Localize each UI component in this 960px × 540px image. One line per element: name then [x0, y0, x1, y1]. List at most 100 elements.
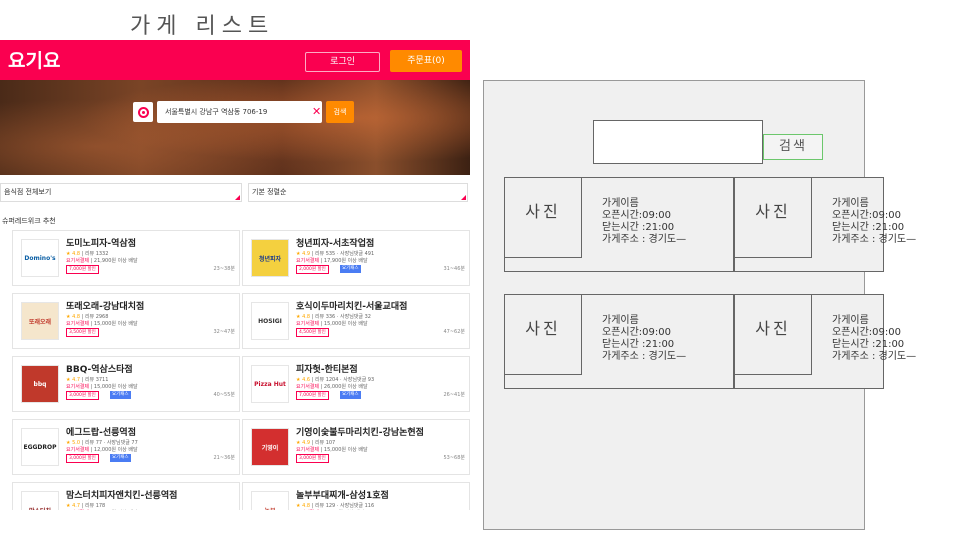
store-logo-text: 놀부: [264, 506, 275, 511]
store-payment-row: 요기서결제 | 21,900원 이상 배달: [66, 258, 138, 264]
store-payment-row: 요기서결제 | 18,000원 이상 배달: [66, 509, 138, 510]
wireframe-search-input[interactable]: [593, 120, 763, 164]
store-logo-text: EGGDROP: [23, 443, 57, 451]
store-card[interactable]: EGGDROP 에그드랍-선릉역점 ★ 5.0 | 리뷰 77 · 사장님댓글 77…: [12, 419, 240, 475]
store-name: 피자헛-한티본점: [296, 365, 358, 375]
store-rating-row: ★ 4.8 | 리뷰 2968: [66, 314, 109, 320]
delivery-time: 21~36분: [213, 455, 235, 461]
store-payment-row: 요기서결제 | 15,000원 이상 배달: [66, 321, 138, 327]
location-target-icon[interactable]: [133, 102, 153, 122]
wireframe-store-card[interactable]: 사진 가게이름 오픈시간:09:00 닫는시간 :21:00 가게주소 : 경기도—: [504, 294, 734, 389]
discount-badge: 7,000원 할인: [296, 391, 329, 400]
store-card[interactable]: HOSIGI 호식이두마리치킨-서울교대점 ★ 4.8 | 리뷰 336 · 사장님…: [242, 293, 470, 349]
store-address: 가게주소 : 경기도—: [602, 234, 687, 245]
store-rating-row: ★ 4.9 | 리뷰 107: [296, 440, 336, 446]
store-rating-row: ★ 4.7 | 리뷰 178: [66, 503, 106, 509]
store-pay-method: 요기서결제: [296, 384, 320, 390]
store-name: 가게이름: [832, 315, 869, 326]
yogipass-badge: 요기패스: [340, 391, 361, 399]
store-min-order: 12,000원 이상 배달: [93, 447, 138, 453]
store-card[interactable]: Pizza Hut 피자헛-한티본점 ★ 4.6 | 리뷰 1204 · 사장님댓글…: [242, 356, 470, 412]
store-info: 가게이름 오픈시간:09:00 닫는시간 :21:00 가게주소 : 경기도—: [602, 198, 686, 246]
store-min-order: 26,000원 이상 배달: [323, 384, 368, 390]
store-card[interactable]: 맘스터치 맘스터치피자앤치킨-선릉역점 ★ 4.7 | 리뷰 178요기서결제 | …: [12, 482, 240, 510]
wireframe-store-card[interactable]: 사진 가게이름 오픈시간:09:00 닫는시간 :21:00 가게주소 : 경기도—: [504, 177, 734, 272]
store-name: 놀부부대찌개-삼성1호점: [296, 491, 389, 501]
order-cart-button[interactable]: 주문표(0): [390, 50, 462, 72]
store-logo: EGGDROP: [21, 428, 59, 466]
app-screenshot: 요기요 로그인 주문표(0) 서울특별시 강남구 역삼동 706-19 ✕ 검색…: [0, 40, 470, 510]
store-name: 청년피자-서초작업점: [296, 239, 375, 249]
login-button[interactable]: 로그인: [305, 52, 380, 72]
dropdown-arrow-icon: [235, 195, 240, 200]
store-payment-row: 요기서결제 | 12,000원 이상 배달: [66, 447, 138, 453]
search-button[interactable]: 검색: [326, 101, 354, 123]
store-pay-method: 요기서결제: [66, 447, 90, 453]
store-logo: 맘스터치: [21, 491, 59, 510]
store-name: 가게이름: [832, 198, 869, 209]
store-card[interactable]: 또래오래 또래오래-강남대치점 ★ 4.8 | 리뷰 2968 요기서결제 | 15,…: [12, 293, 240, 349]
store-pay-method: 요기서결제: [296, 321, 320, 327]
delivery-time: 47~62분: [443, 329, 465, 335]
store-card[interactable]: bbq BBQ-역삼스타점 ★ 4.7 | 리뷰 3711 요기서결제 | 15,00…: [12, 356, 240, 412]
close-time: 닫는시간 :21:00: [602, 339, 675, 350]
store-rating-row: ★ 4.9 | 리뷰 535 · 사장님댓글 491: [296, 251, 375, 257]
delivery-time: 26~41분: [443, 392, 465, 398]
store-address: 가게주소 : 경기도—: [832, 351, 917, 362]
store-name: 가게이름: [602, 315, 639, 326]
discount-badge: 3,000원 할인: [66, 454, 99, 463]
store-logo: 기영이: [251, 428, 289, 466]
wireframe-store-card[interactable]: 사진 가게이름 오픈시간:09:00 닫는시간 :21:00 가게주소 : 경기도—: [734, 177, 916, 272]
sort-filter-select[interactable]: 기본 정렬순: [248, 183, 468, 202]
store-card[interactable]: 기영이 기영이숯불두마리치킨-강남논현점 ★ 4.9 | 리뷰 107 요기서결제 |…: [242, 419, 470, 475]
sort-filter-label: 기본 정렬순: [252, 188, 287, 196]
store-rating-row: ★ 4.6 | 리뷰 1204 · 사장님댓글 93: [296, 377, 375, 383]
delivery-time: 53~68분: [443, 455, 465, 461]
store-min-order: 21,900원 이상 배달: [93, 258, 138, 264]
open-time: 오픈시간:09:00: [832, 210, 901, 221]
open-time: 오픈시간:09:00: [832, 327, 901, 338]
store-pay-method: 요기서결제: [66, 321, 90, 327]
clear-icon[interactable]: ✕: [312, 101, 324, 123]
close-time: 닫는시간 :21:00: [832, 339, 905, 350]
brand-logo[interactable]: 요기요: [8, 46, 60, 73]
discount-badge: 7,000원 할인: [66, 265, 99, 274]
wireframe-search-button[interactable]: 검색: [763, 134, 823, 160]
store-rating-row: ★ 4.8 | 리뷰 1332: [66, 251, 109, 257]
store-logo-text: Domino's: [24, 254, 56, 262]
store-card[interactable]: Domino's 도미노피자-역삼점 ★ 4.8 | 리뷰 1332 요기서결제 | …: [12, 230, 240, 286]
store-logo: 또래오래: [21, 302, 59, 340]
store-logo: bbq: [21, 365, 59, 403]
yogipass-badge: 요기패스: [110, 454, 131, 462]
open-time: 오픈시간:09:00: [602, 210, 671, 221]
store-name: 맘스터치피자앤치킨-선릉역점: [66, 491, 178, 501]
store-rating-row: ★ 5.0 | 리뷰 77 · 사장님댓글 77: [66, 440, 138, 446]
store-logo-text: 또래오래: [28, 318, 52, 326]
photo-placeholder: 사진: [505, 178, 582, 258]
store-info: 가게이름 오픈시간:09:00 닫는시간 :21:00 가게주소 : 경기도—: [832, 315, 916, 363]
store-card[interactable]: 놀부 놀부부대찌개-삼성1호점 ★ 4.8 | 리뷰 129 · 사장님댓글 116…: [242, 482, 470, 510]
discount-badge: 2,000원 할인: [296, 265, 329, 274]
category-filter-select[interactable]: 음식점 전체보기: [0, 183, 242, 202]
store-card[interactable]: 청년피자 청년피자-서초작업점 ★ 4.9 | 리뷰 535 · 사장님댓글 491…: [242, 230, 470, 286]
store-logo-text: 청년피자: [258, 255, 282, 263]
delivery-time: 23~38분: [213, 266, 235, 272]
section-heading: 슈퍼레드위크 추천: [2, 217, 56, 225]
discount-badge: 4,500원 할인: [296, 328, 329, 337]
store-rating-row: ★ 4.8 | 리뷰 336 · 사장님댓글 32: [296, 314, 371, 320]
page-title: 가게 리스트: [130, 14, 275, 39]
store-logo: Domino's: [21, 239, 59, 277]
wireframe-store-card[interactable]: 사진 가게이름 오픈시간:09:00 닫는시간 :21:00 가게주소 : 경기도—: [734, 294, 916, 389]
store-payment-row: 요기서결제 | 9,000원 이상 배달: [296, 509, 364, 510]
store-min-order: 15,000원 이상 배달: [323, 321, 368, 327]
wireframe-panel: 검색 사진 가게이름 오픈시간:09:00 닫는시간 :21:00 가게주소 : 경기도…: [483, 80, 916, 530]
store-pay-method: 요기서결제: [66, 258, 90, 264]
yogipass-badge: 요기패스: [340, 265, 361, 273]
store-address: 가게주소 : 경기도—: [832, 234, 917, 245]
close-time: 닫는시간 :21:00: [602, 222, 675, 233]
address-input[interactable]: 서울특별시 강남구 역삼동 706-19: [157, 101, 322, 123]
store-name: 호식이두마리치킨-서울교대점: [296, 302, 408, 312]
store-logo: HOSIGI: [251, 302, 289, 340]
store-logo-text: bbq: [33, 380, 47, 388]
delivery-time: 40~55분: [213, 392, 235, 398]
